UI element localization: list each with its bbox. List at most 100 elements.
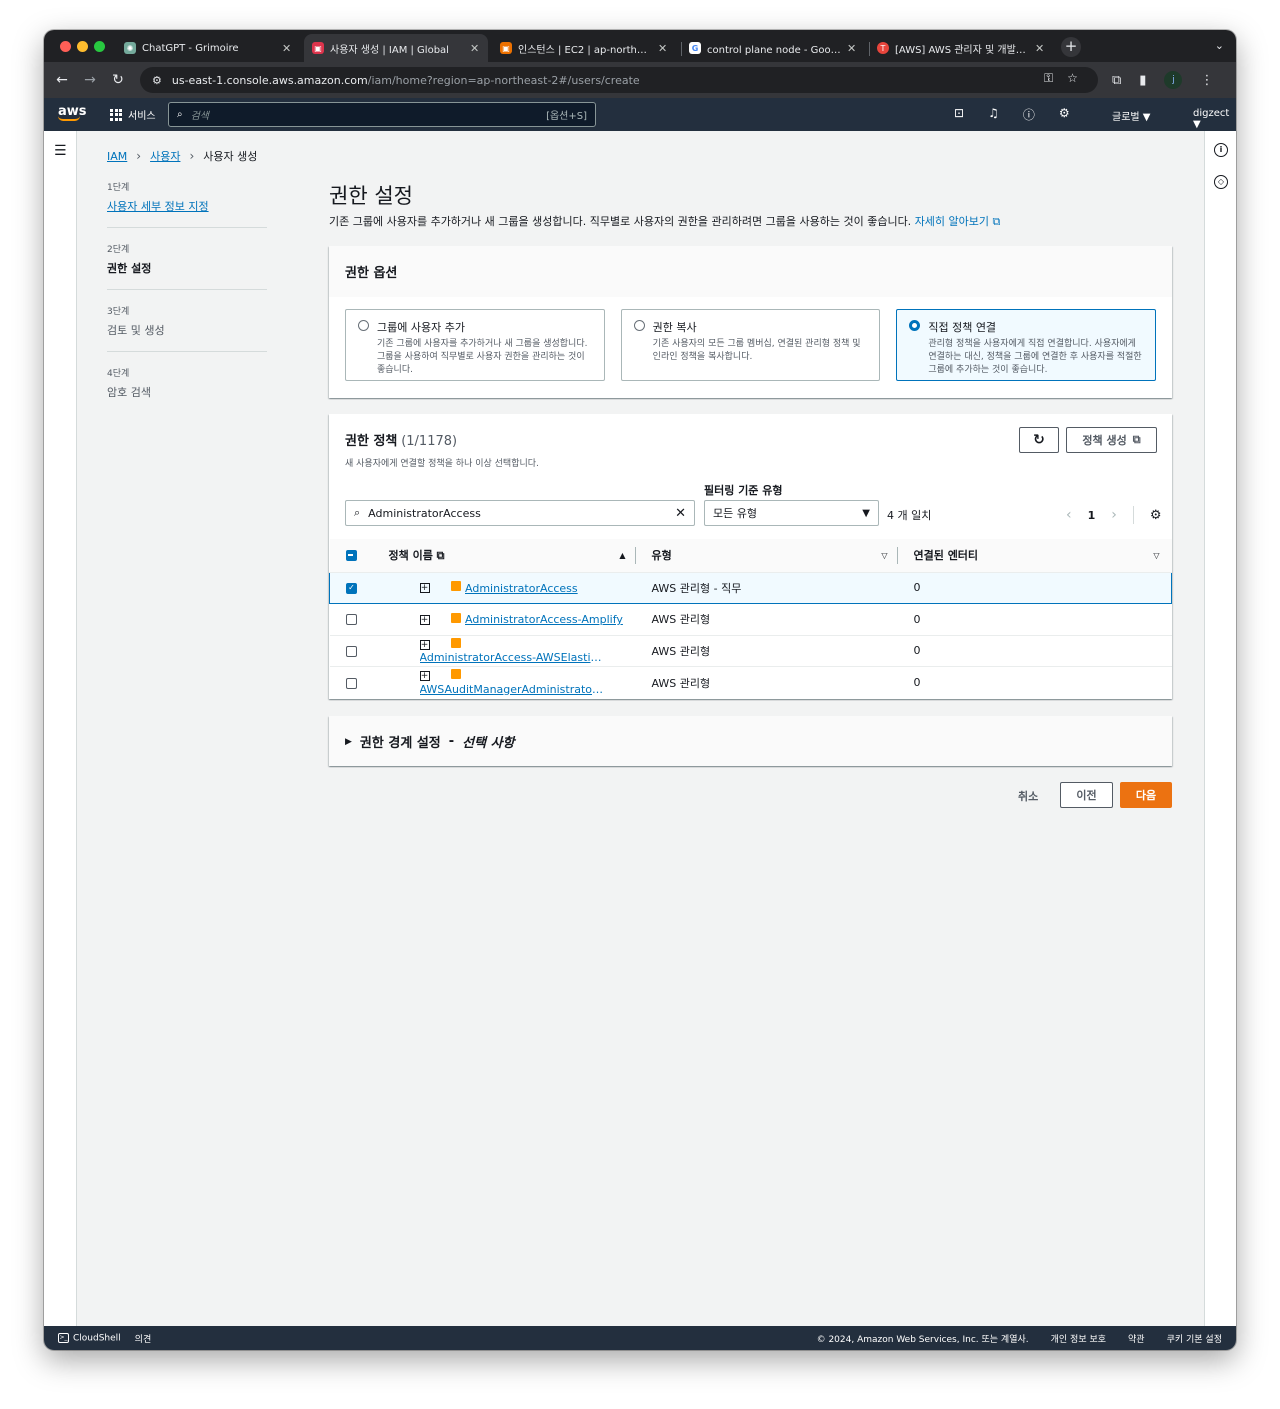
browser-tab-iam[interactable]: ▣ 사용자 생성 | IAM | Global ✕: [304, 34, 488, 62]
cloudshell-icon[interactable]: ⊡: [954, 106, 964, 123]
extensions-icon[interactable]: ⧉: [1112, 73, 1121, 88]
browser-tab-blog[interactable]: T [AWS] AWS 관리자 및 개발자용 IAM ✕: [869, 34, 1053, 62]
copyright: © 2024, Amazon Web Services, Inc. 또는 계열사…: [816, 1335, 1029, 1345]
feedback-link[interactable]: 의견: [135, 1332, 152, 1345]
support-hexagon-icon[interactable]: ◇: [1214, 175, 1228, 189]
aws-logo[interactable]: aws: [58, 104, 87, 121]
refresh-button[interactable]: ↻: [1019, 427, 1059, 453]
expand-row-icon[interactable]: +: [419, 639, 430, 650]
hamburger-menu-icon[interactable]: ☰: [54, 143, 67, 159]
bookmark-star-icon[interactable]: ☆: [1067, 71, 1078, 86]
terms-link[interactable]: 약관: [1128, 1332, 1145, 1345]
row-checkbox[interactable]: [345, 645, 357, 657]
aws-top-nav: aws 서비스 ⌕ 검색 [옵션+S] ⊡ ♫ ⓘ ⚙ 글로벌 ▼ digzec…: [44, 98, 1236, 131]
column-policy-name[interactable]: 정책 이름 ⧉ ▲: [373, 539, 636, 573]
previous-button[interactable]: 이전: [1060, 782, 1113, 808]
services-menu[interactable]: 서비스: [110, 107, 156, 122]
help-icon[interactable]: ⓘ: [1023, 106, 1035, 123]
breadcrumb-iam[interactable]: IAM: [107, 150, 127, 163]
aws-managed-policy-icon: [451, 612, 461, 623]
password-key-icon[interactable]: ⚿: [1044, 71, 1053, 86]
radio-add-to-group[interactable]: [358, 320, 369, 331]
profile-avatar[interactable]: j: [1164, 71, 1183, 89]
sidebar-icon[interactable]: ▮: [1139, 73, 1146, 88]
settings-gear-icon[interactable]: ⚙: [1059, 106, 1070, 123]
close-tab-icon[interactable]: ✕: [282, 42, 292, 55]
table-row[interactable]: + AdministratorAccess-AWSElasticBeanstal…: [329, 635, 1172, 667]
row-checkbox[interactable]: [345, 677, 357, 689]
policy-link[interactable]: AdministratorAccess-Amplify: [465, 613, 623, 626]
chevron-right-icon: ›: [136, 149, 142, 163]
chevron-right-icon: ›: [189, 149, 195, 163]
row-checkbox[interactable]: [345, 614, 357, 626]
table-row[interactable]: + AdministratorAccess-Amplify AWS 관리형 0: [329, 603, 1172, 636]
back-arrow-icon[interactable]: ←: [52, 70, 72, 90]
cancel-button[interactable]: 취소: [1018, 788, 1038, 804]
permissions-boundary-panel[interactable]: ▶ 권한 경계 설정 - 선택 사항: [329, 716, 1172, 766]
browser-tab-chatgpt[interactable]: ✺ ChatGPT - Grimoire ✕: [116, 34, 300, 62]
column-type[interactable]: 유형 ▽: [635, 539, 898, 573]
close-tab-icon[interactable]: ✕: [470, 42, 480, 55]
expand-caret-icon[interactable]: ▶: [345, 737, 352, 747]
learn-more-link[interactable]: 자세히 알아보기 ⧉: [915, 215, 1001, 228]
step-1-link[interactable]: 사용자 세부 정보 지정: [107, 198, 267, 214]
browser-tab-google[interactable]: G control plane node - Google 검색 ✕: [681, 34, 865, 62]
site-info-icon[interactable]: ⚙: [152, 74, 162, 87]
reload-icon[interactable]: ↻: [108, 70, 128, 90]
column-attached-entities[interactable]: 연결된 엔터티 ▽: [897, 539, 1172, 573]
policy-link[interactable]: AdministratorAccess: [465, 582, 578, 595]
console-footer: >_ CloudShell 의견 © 2024, Amazon Web Servi…: [44, 1326, 1236, 1350]
privacy-link[interactable]: 개인 정보 보호: [1051, 1332, 1106, 1345]
expand-row-icon[interactable]: +: [419, 671, 430, 682]
step-2: 2단계 권한 설정: [107, 242, 267, 290]
browser-menu-icon[interactable]: ⋮: [1200, 73, 1213, 88]
policy-link[interactable]: AWSAuditManagerAdministratorAccess: [420, 683, 605, 696]
maximize-window-button[interactable]: [94, 41, 105, 52]
create-policy-button[interactable]: 정책 생성 ⧉: [1066, 427, 1157, 453]
expand-row-icon[interactable]: +: [419, 583, 430, 593]
next-button[interactable]: 다음: [1120, 782, 1172, 808]
row-checkbox[interactable]: ✓: [346, 582, 357, 594]
expand-row-icon[interactable]: +: [419, 614, 430, 625]
minimize-window-button[interactable]: [77, 41, 88, 52]
sort-ascending-icon: ▲: [619, 551, 626, 560]
close-window-button[interactable]: [60, 41, 71, 52]
cookie-settings-link[interactable]: 쿠키 기본 설정: [1167, 1332, 1222, 1345]
option-attach-policies[interactable]: 직접 정책 연결 관리형 정책을 사용자에게 직접 연결합니다. 사용자에게 연…: [896, 309, 1157, 381]
aws-search-input[interactable]: ⌕ 검색 [옵션+S]: [168, 102, 596, 127]
filter-type-select[interactable]: 모든 유형 ▼: [704, 500, 879, 526]
option-copy-permissions[interactable]: 권한 복사 기존 사용자의 모든 그룹 멤버십, 연결된 관리형 정책 및 인라…: [620, 309, 881, 381]
policy-link[interactable]: AdministratorAccess-AWSElasticBeanstalk: [420, 651, 605, 664]
prev-page-icon[interactable]: ‹: [1066, 507, 1072, 523]
radio-copy-permissions[interactable]: [633, 320, 645, 331]
account-menu[interactable]: digzect ▼: [1193, 108, 1236, 130]
breadcrumb-users[interactable]: 사용자: [150, 148, 180, 164]
browser-tab-ec2[interactable]: ▣ 인스턴스 | EC2 | ap-northeast-2 ✕: [492, 34, 676, 62]
close-tab-icon[interactable]: ✕: [658, 42, 668, 55]
close-tab-icon[interactable]: ✕: [1035, 42, 1045, 55]
info-icon[interactable]: i: [1214, 143, 1228, 157]
page-description: 기존 그룹에 사용자를 추가하거나 새 그룹을 생성합니다. 직무별로 사용자의…: [329, 215, 1001, 228]
search-icon: ⌕: [177, 109, 183, 120]
browser-window: ✺ ChatGPT - Grimoire ✕ ▣ 사용자 생성 | IAM | …: [44, 30, 1236, 1350]
cloudshell-link[interactable]: >_ CloudShell: [58, 1333, 121, 1344]
clear-search-icon[interactable]: ✕: [675, 506, 686, 521]
table-row[interactable]: ✓ + AdministratorAccess AWS 관리형 - 직무 0: [329, 571, 1172, 604]
option-add-to-group[interactable]: 그룹에 사용자 추가 기존 그룹에 사용자를 추가하거나 새 그룹을 생성합니다…: [345, 309, 605, 381]
close-tab-icon[interactable]: ✕: [847, 42, 857, 55]
tab-search-chevron-icon[interactable]: ⌄: [1215, 39, 1224, 52]
table-settings-gear-icon[interactable]: ⚙: [1150, 508, 1162, 523]
notifications-bell-icon[interactable]: ♫: [988, 106, 999, 123]
wizard-steps: 1단계 사용자 세부 정보 지정 2단계 권한 설정 3단계 검토 및 생성 4…: [107, 180, 267, 427]
forward-arrow-icon[interactable]: →: [80, 70, 100, 90]
policy-search-input[interactable]: ⌕ AdministratorAccess ✕: [345, 500, 695, 526]
radio-attach-policies[interactable]: [909, 320, 921, 331]
page-number[interactable]: 1: [1088, 509, 1096, 522]
region-selector[interactable]: 글로벌 ▼: [1112, 108, 1150, 123]
select-all-checkbox[interactable]: [345, 550, 357, 562]
table-row[interactable]: + AWSAuditManagerAdministratorAccess AWS…: [330, 667, 1172, 699]
next-page-icon[interactable]: ›: [1111, 507, 1117, 523]
breadcrumb-current: 사용자 생성: [203, 150, 258, 163]
address-bar[interactable]: ⚙ us-east-1.console.aws.amazon.com/iam/h…: [140, 67, 1098, 93]
new-tab-button[interactable]: +: [1061, 37, 1081, 57]
